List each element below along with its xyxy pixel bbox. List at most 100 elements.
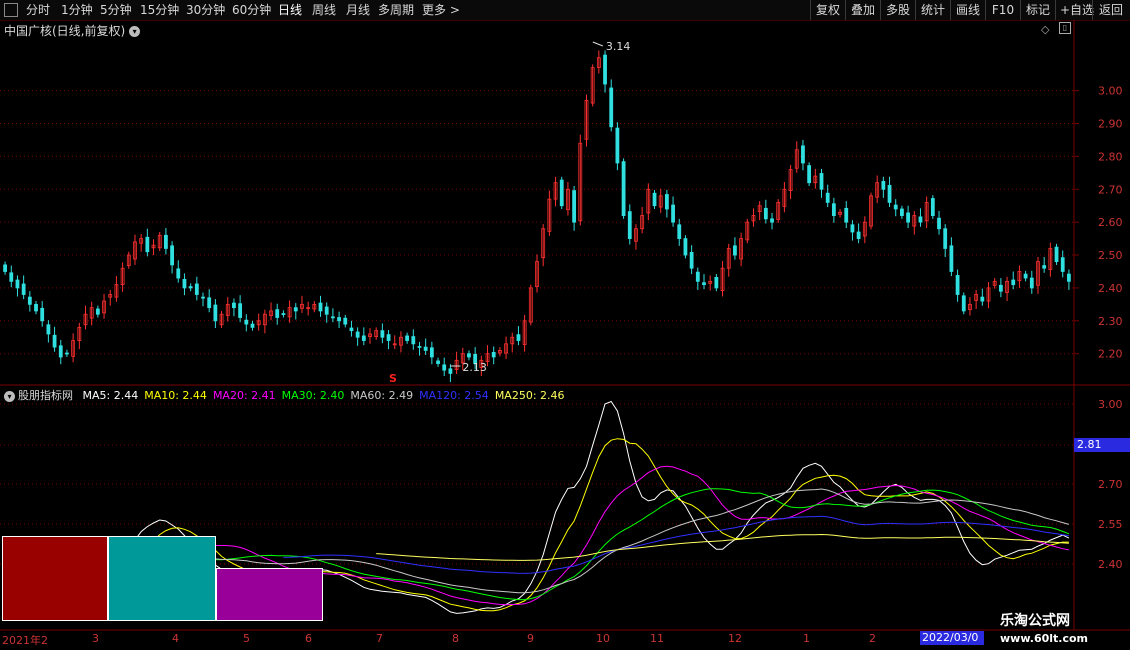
candle-body-151	[937, 217, 941, 230]
candle-body-165	[1023, 273, 1028, 279]
candle-body-155	[961, 295, 966, 312]
ma-legend-2: MA20: 2.41	[212, 389, 276, 402]
candle-body-30	[188, 286, 193, 289]
sub-tick-label-1: 2.70	[1098, 478, 1123, 491]
indicator-name[interactable]: 股朋指标网	[18, 389, 73, 402]
candle-body-23	[145, 236, 150, 253]
indicator-block-purple	[216, 568, 323, 621]
candle-body-111	[689, 252, 694, 269]
candle-body-72	[448, 368, 453, 374]
candle-body-143	[887, 184, 892, 203]
candle-body-70	[436, 360, 440, 364]
candle-body-154	[955, 275, 960, 295]
candle-body-142	[881, 180, 886, 190]
candle-body-112	[695, 271, 700, 282]
candle-body-33	[207, 297, 212, 309]
candle-body-115	[714, 276, 719, 289]
month-label-4: 6	[305, 632, 312, 645]
candle-body-168	[1042, 265, 1047, 269]
candle-body-129	[801, 145, 805, 164]
candle-body-105	[652, 192, 657, 207]
candle-body-79	[491, 351, 496, 358]
candlestick-series	[3, 50, 1071, 382]
indicator-legend: ▾ 股朋指标网 MA5: 2.44 MA10: 2.44 MA20: 2.41 MA30…	[4, 387, 577, 403]
ma-legend-0: MA5: 2.44	[82, 389, 139, 402]
candle-body-83	[516, 334, 521, 341]
candle-body-118	[733, 245, 737, 256]
candle-body-101	[627, 211, 632, 239]
low-label: 2.13	[462, 361, 487, 374]
candle-body-67	[417, 346, 422, 348]
candle-body-57	[355, 331, 360, 338]
month-label-11: 1	[803, 632, 810, 645]
candle-body-145	[900, 208, 904, 216]
month-label-3: 5	[243, 632, 250, 645]
candle-body-138	[856, 231, 861, 239]
candle-body-75	[467, 353, 471, 358]
month-label-6: 8	[452, 632, 459, 645]
candle-body-161	[998, 284, 1003, 292]
candle-body-2	[15, 279, 20, 289]
candle-body-1	[9, 272, 14, 282]
month-label-9: 11	[650, 632, 664, 645]
month-label-0: 2021年2	[2, 634, 48, 647]
cursor-date-box: 2022/03/0	[920, 631, 984, 645]
main-tick-label-1: 2.90	[1098, 118, 1123, 131]
candle-body-58	[361, 335, 366, 341]
candle-body-108	[671, 204, 675, 223]
candle-body-32	[201, 296, 205, 299]
ma-legend-5: MA120: 2.54	[419, 389, 489, 402]
candle-body-9	[58, 345, 63, 358]
candle-body-146	[906, 212, 910, 223]
candle-body-144	[893, 204, 898, 210]
candle-body-124	[770, 218, 774, 223]
signal-marker: S	[389, 372, 397, 385]
candle-body-107	[664, 194, 669, 210]
candle-body-98	[609, 87, 614, 128]
candle-body-133	[825, 192, 830, 203]
candle-body-158	[980, 296, 985, 302]
sub-tick-label-2: 2.55	[1098, 518, 1123, 531]
ma-line-120	[283, 515, 1069, 574]
candle-body-31	[194, 283, 199, 295]
indicator-block-cyan	[108, 536, 216, 621]
candle-body-152	[943, 228, 948, 249]
main-tick-label-8: 2.20	[1098, 348, 1123, 361]
candle-body-38	[238, 303, 243, 318]
candle-body-153	[949, 245, 954, 272]
month-label-10: 12	[728, 632, 742, 645]
month-label-1: 3	[92, 632, 99, 645]
candle-body-8	[52, 334, 57, 348]
candle-body-166	[1029, 277, 1034, 289]
candle-body-65	[405, 335, 410, 341]
watermark-title: 乐淘公式网	[1000, 613, 1070, 629]
candle-body-26	[164, 234, 168, 249]
candle-body-109	[677, 224, 682, 239]
candle-body-51	[318, 302, 323, 312]
main-tick-label-7: 2.30	[1098, 315, 1123, 328]
candle-body-71	[442, 364, 447, 371]
month-label-8: 10	[596, 632, 610, 645]
candle-body-54	[337, 317, 341, 322]
candle-body-68	[423, 346, 428, 351]
candle-body-29	[182, 278, 187, 289]
main-tick-label-4: 2.60	[1098, 216, 1123, 229]
candle-body-69	[429, 347, 434, 358]
candle-body-97	[603, 54, 607, 85]
ma-legend-4: MA60: 2.49	[350, 389, 414, 402]
candle-body-4	[27, 296, 32, 305]
candle-body-37	[232, 302, 236, 309]
candle-body-52	[324, 306, 329, 315]
month-label-2: 4	[172, 632, 179, 645]
candle-body-53	[330, 316, 335, 319]
month-label-5: 7	[376, 632, 383, 645]
indicator-menu-icon[interactable]: ▾	[4, 390, 15, 402]
candle-body-15	[95, 308, 100, 315]
candle-body-56	[349, 327, 354, 332]
candle-body-55	[343, 317, 348, 325]
candle-body-92	[572, 190, 577, 223]
candle-body-27	[170, 245, 174, 266]
candle-body-90	[559, 179, 564, 207]
candle-body-34	[213, 304, 218, 322]
ma-legend-items: MA5: 2.44 MA10: 2.44 MA20: 2.41 MA30: 2.40 M…	[83, 389, 571, 402]
